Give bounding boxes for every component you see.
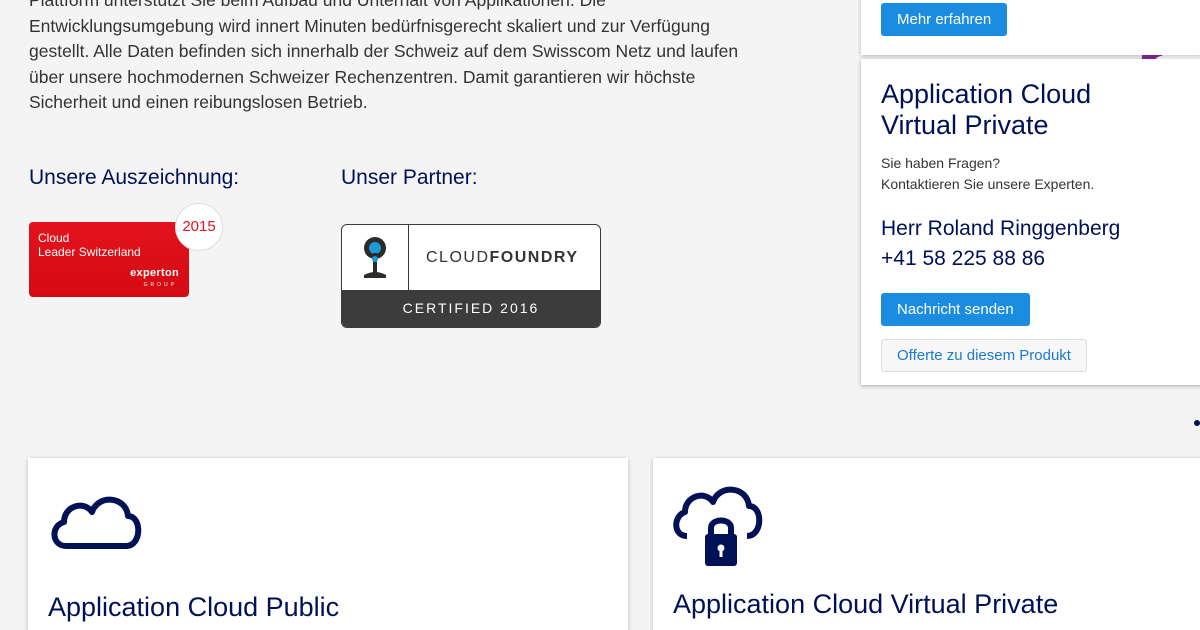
contact-card-title: Application Cloud Virtual Private [881, 79, 1092, 140]
experton-logo: experton [130, 267, 179, 279]
nachricht-senden-button[interactable]: Nachricht senden [881, 293, 1030, 326]
intro-line: Entwicklungsumgebung wird innert Minuten… [29, 15, 710, 36]
cloudfoundry-icon [342, 225, 409, 292]
cloudfoundry-top: CLOUDFOUNDRY [342, 225, 600, 292]
partner-heading: Unser Partner: [341, 166, 478, 189]
intro-paragraph: Plattform unterstützt Sie beim Aufbau un… [29, 0, 819, 116]
product-card-public[interactable]: Application Cloud Public [28, 458, 628, 630]
intro-line: Plattform unterstützt Sie beim Aufbau un… [29, 0, 606, 10]
contact-top-panel: Mehr erfahren [861, 0, 1200, 55]
contact-card: Application Cloud Virtual Private Sie ha… [861, 59, 1200, 385]
award-line-1: Cloud [38, 231, 70, 245]
award-badge: Cloud Leader Switzerland experton GROUP [29, 222, 189, 297]
cloud-icon [51, 496, 142, 549]
award-text: Cloud Leader Switzerland [38, 231, 141, 259]
award-line-2: Leader Switzerland [38, 245, 141, 259]
carousel-dot[interactable] [1194, 420, 1200, 426]
intro-line: gestellt. Alle Daten befinden sich inner… [29, 41, 739, 61]
cloudfoundry-name: CLOUDFOUNDRY [426, 249, 579, 267]
contact-question-1: Sie haben Fragen? [881, 155, 1001, 171]
experton-logo-sub: GROUP [143, 282, 177, 288]
page: Plattform unterstützt Sie beim Aufbau un… [0, 0, 1200, 630]
product-title[interactable]: Application Cloud Public [48, 592, 339, 623]
product-title[interactable]: Application Cloud Virtual Private [673, 589, 1058, 620]
cf-name-bold: FOUNDRY [489, 249, 579, 266]
award-heading: Unsere Auszeichnung: [29, 166, 240, 189]
product-card-virtual-private[interactable]: Application Cloud Virtual Private [653, 458, 1200, 630]
cloudfoundry-certified: CERTIFIED 2016 [342, 290, 600, 327]
contact-questions: Sie haben Fragen? Kontaktieren Sie unser… [881, 153, 1094, 195]
award-year-badge: 2015 [175, 203, 223, 251]
intro-line: über unsere hochmodernen Schweizer Reche… [29, 66, 696, 87]
intro-line: Sicherheit und einen reibungslosen Betri… [29, 92, 368, 112]
mehr-erfahren-button[interactable]: Mehr erfahren [881, 3, 1008, 36]
contact-phone[interactable]: +41 58 225 88 86 [881, 244, 1120, 274]
contact-person: Herr Roland Ringgenberg +41 58 225 88 86 [881, 214, 1120, 274]
contact-person-name: Herr Roland Ringgenberg [881, 217, 1121, 240]
offerte-button[interactable]: Offerte zu diesem Produkt [881, 339, 1087, 372]
contact-question-2: Kontaktieren Sie unsere Experten. [881, 176, 1095, 192]
cloudfoundry-badge: CLOUDFOUNDRY CERTIFIED 2016 [341, 224, 601, 328]
cf-name-light: CLOUD [426, 249, 490, 266]
cloud-lock-icon [673, 486, 763, 566]
